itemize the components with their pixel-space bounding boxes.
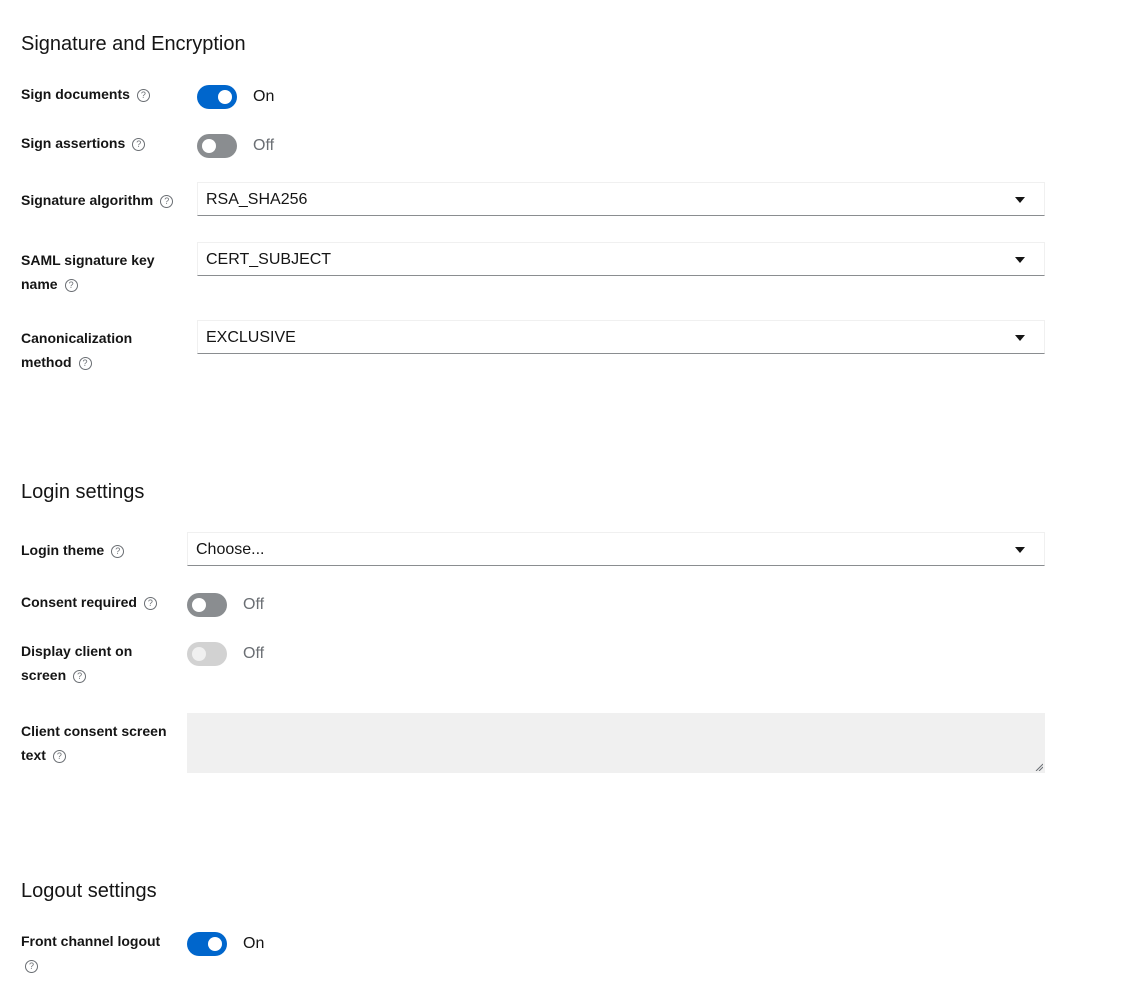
client-consent-screen-text-area[interactable]: [187, 713, 1045, 773]
label-text: Signature algorithm: [21, 192, 154, 208]
toggle-knob: [192, 647, 206, 661]
display-client-on-screen-toggle[interactable]: [187, 642, 227, 666]
saml-signature-key-name-select[interactable]: CERT_SUBJECT: [197, 242, 1045, 276]
help-icon[interactable]: ?: [73, 670, 87, 683]
label-text: Login theme: [21, 542, 105, 558]
caret-down-icon: [1015, 335, 1025, 341]
sign-assertions-state: Off: [253, 137, 275, 154]
label-text: Sign assertions: [21, 135, 126, 151]
label-line2: text: [21, 747, 46, 763]
help-icon[interactable]: ?: [25, 960, 38, 973]
label-line1: SAML signature key: [21, 252, 155, 268]
label-line1: Client consent screen: [21, 723, 167, 739]
section-title-signature: Signature and Encryption: [21, 33, 246, 55]
section-title-logout: Logout settings: [21, 880, 157, 902]
label-line1: Display client on: [21, 643, 133, 659]
sign-documents-label: Sign documents?: [21, 82, 150, 106]
front-channel-logout-label: Front channel logout ?: [21, 929, 160, 977]
label-text: Sign documents: [21, 86, 130, 102]
canonicalization-method-label: Canonicalization method?: [21, 326, 132, 374]
label-line2: screen: [21, 667, 67, 683]
help-icon[interactable]: ?: [160, 195, 174, 208]
label-text: Consent required: [21, 594, 137, 610]
caret-down-icon: [1015, 547, 1025, 553]
caret-down-icon: [1015, 197, 1025, 203]
toggle-knob: [218, 90, 232, 104]
sign-documents-state: On: [253, 88, 275, 105]
help-icon[interactable]: ?: [143, 597, 157, 610]
display-client-on-screen-state: Off: [243, 645, 265, 662]
front-channel-logout-toggle[interactable]: [187, 932, 227, 956]
login-theme-label: Login theme?: [21, 538, 125, 562]
display-client-on-screen-label: Display client on screen?: [21, 639, 132, 687]
toggle-knob: [192, 598, 206, 612]
signature-algorithm-label: Signature algorithm?: [21, 188, 174, 212]
help-icon[interactable]: ?: [78, 357, 92, 370]
sign-assertions-label: Sign assertions?: [21, 131, 146, 155]
signature-algorithm-select[interactable]: RSA_SHA256: [197, 182, 1045, 216]
canonicalization-method-select[interactable]: EXCLUSIVE: [197, 320, 1045, 354]
select-value: Choose...: [196, 541, 265, 558]
consent-required-toggle[interactable]: [187, 593, 227, 617]
select-value: CERT_SUBJECT: [206, 251, 332, 268]
saml-signature-key-name-label: SAML signature key name?: [21, 248, 155, 296]
toggle-knob: [208, 937, 222, 951]
label-line1: Canonicalization: [21, 330, 133, 346]
label-line2: name: [21, 276, 58, 292]
help-icon[interactable]: ?: [64, 279, 78, 292]
help-icon[interactable]: ?: [132, 138, 146, 151]
help-icon[interactable]: ?: [52, 750, 66, 763]
consent-required-label: Consent required?: [21, 590, 157, 614]
help-icon[interactable]: ?: [111, 545, 125, 558]
client-consent-screen-text-label: Client consent screen text?: [21, 719, 167, 767]
front-channel-logout-state: On: [243, 935, 265, 952]
resize-handle-icon[interactable]: [1035, 763, 1043, 771]
toggle-knob: [202, 139, 216, 153]
caret-down-icon: [1015, 257, 1025, 263]
consent-required-state: Off: [243, 596, 265, 613]
sign-assertions-toggle[interactable]: [197, 134, 237, 158]
label-line1: Front channel logout: [21, 933, 161, 949]
sign-documents-toggle[interactable]: [197, 85, 237, 109]
label-line2: method: [21, 354, 72, 370]
login-theme-select[interactable]: Choose...: [187, 532, 1045, 566]
select-value: RSA_SHA256: [206, 191, 308, 208]
section-title-login: Login settings: [21, 481, 145, 503]
help-icon[interactable]: ?: [136, 89, 150, 102]
select-value: EXCLUSIVE: [206, 329, 296, 346]
